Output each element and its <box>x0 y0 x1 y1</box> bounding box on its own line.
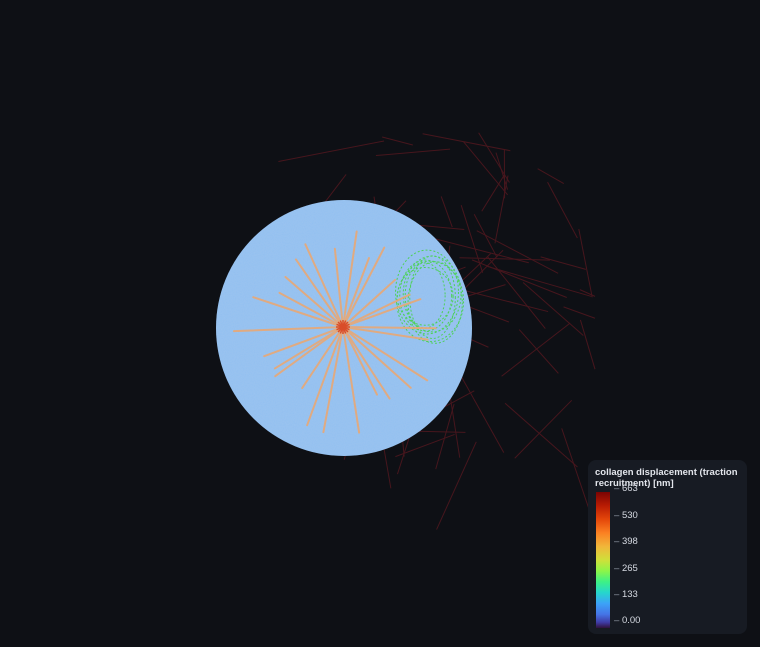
protrusion-center <box>336 320 350 334</box>
legend-tick: 663 <box>614 484 638 494</box>
legend-tick: 265 <box>614 564 638 574</box>
colorbar-legend: collagen displacement (traction recruitm… <box>588 460 747 634</box>
legend-tick: 133 <box>614 590 638 600</box>
legend-tick: 530 <box>614 511 638 521</box>
legend-tick: 398 <box>614 537 638 547</box>
colorbar-gradient <box>596 492 610 628</box>
legend-tick: 0.00 <box>614 616 641 626</box>
